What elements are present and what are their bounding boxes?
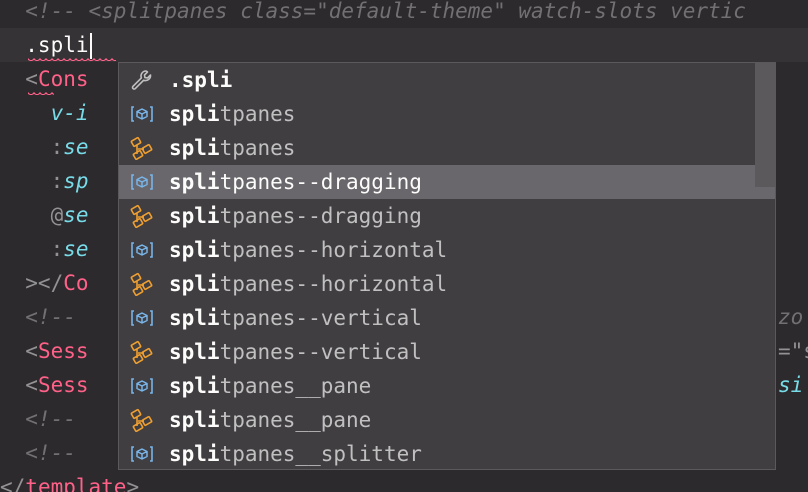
code-token: sp — [63, 169, 89, 193]
suggestion-match: spli — [169, 204, 220, 228]
code-token: se — [63, 135, 89, 159]
symbol-tree-icon — [129, 272, 155, 297]
suggestion-rest: tpanes__pane — [219, 408, 372, 432]
code-token-overflow: zo — [778, 305, 804, 329]
error-squiggle — [28, 58, 116, 64]
suggestion-item[interactable]: splitpanes__pane — [119, 403, 775, 437]
suggestion-match: spli — [169, 170, 220, 194]
suggestion-match: spli — [181, 68, 233, 92]
symbol-tree-icon — [129, 204, 155, 229]
code-token: </ — [0, 475, 26, 492]
suggestion-item[interactable]: .spli — [119, 63, 775, 97]
code-token: < — [0, 67, 38, 91]
suggestion-match: spli — [169, 238, 220, 262]
code-token: Sess — [37, 373, 89, 397]
error-squiggle — [28, 92, 54, 98]
suggestion-item[interactable]: splitpanes — [119, 131, 775, 165]
suggestion-label: splitpanes — [169, 97, 295, 131]
suggestion-rest: tpanes--vertical — [219, 306, 422, 330]
suggestion-label: splitpanes__pane — [169, 369, 371, 403]
class-icon — [129, 306, 155, 330]
suggestion-item[interactable]: splitpanes--vertical — [119, 301, 775, 335]
suggestion-rest: tpanes--horizontal — [219, 272, 448, 296]
code-token: <!-- — [0, 441, 76, 465]
code-token: > — [126, 475, 140, 492]
text-cursor — [89, 33, 92, 59]
suggestion-label: splitpanes--vertical — [169, 335, 422, 369]
code-token-overflow: si — [778, 373, 804, 397]
suggestion-match: spli — [169, 102, 220, 126]
suggestion-match: spli — [169, 442, 220, 466]
suggestion-item[interactable]: splitpanes--dragging — [119, 165, 775, 199]
code-token: @ — [0, 203, 64, 227]
code-token: Co — [63, 271, 89, 295]
suggestion-rest: tpanes__pane — [219, 374, 372, 398]
symbol-tree-icon — [129, 340, 155, 365]
suggestion-item[interactable]: splitpanes__splitter — [119, 437, 775, 469]
code-token: se — [63, 203, 89, 227]
suggestion-item[interactable]: splitpanes__pane — [119, 369, 775, 403]
code-token: < — [0, 339, 38, 363]
class-icon — [129, 238, 155, 262]
suggestion-rest: tpanes — [219, 102, 296, 126]
code-token: <!-- <splitpanes class="default-theme" w… — [0, 0, 746, 23]
suggestion-widget[interactable]: splitpanes__splitter splitpanes__pane spli… — [118, 62, 776, 470]
code-token: .spli — [0, 33, 89, 57]
code-token: : — [0, 169, 64, 193]
suggestion-item[interactable]: splitpanes--horizontal — [119, 267, 775, 301]
code-line[interactable]: <!-- <splitpanes class="default-theme" w… — [0, 0, 808, 28]
code-line[interactable]: </template> — [0, 470, 808, 492]
suggestion-match: spli — [169, 374, 220, 398]
symbol-tree-icon — [129, 408, 155, 433]
wrench-icon — [129, 68, 155, 92]
suggestion-rest: tpanes--dragging — [219, 170, 422, 194]
suggestion-match: spli — [169, 272, 220, 296]
class-icon — [129, 102, 155, 126]
code-token: Sess — [37, 339, 89, 363]
code-token: : — [0, 237, 64, 261]
suggestion-item[interactable]: splitpanes — [119, 97, 775, 131]
suggestion-item[interactable]: splitpanes--vertical — [119, 335, 775, 369]
suggestion-label: splitpanes__pane — [169, 403, 371, 437]
class-icon — [129, 170, 155, 194]
suggestion-rest: tpanes--horizontal — [219, 238, 448, 262]
suggestion-rest: tpanes__splitter — [219, 442, 422, 466]
suggestion-rest: tpanes--vertical — [219, 340, 422, 364]
suggestion-match: spli — [169, 408, 220, 432]
suggestion-label: splitpanes--dragging — [169, 199, 422, 233]
class-icon — [129, 374, 155, 398]
code-token: <!-- — [0, 305, 76, 329]
code-token: v-i — [0, 101, 89, 125]
suggestion-item[interactable]: splitpanes--dragging — [119, 199, 775, 233]
suggestion-item[interactable]: splitpanes--horizontal — [119, 233, 775, 267]
code-token: Cons — [37, 67, 89, 91]
code-token: template — [25, 475, 127, 492]
suggestion-label: splitpanes--horizontal — [169, 233, 447, 267]
suggestion-label: splitpanes--vertical — [169, 301, 422, 335]
code-token: <!-- — [0, 407, 76, 431]
suggestion-scrollbar[interactable] — [755, 63, 775, 187]
symbol-tree-icon — [129, 136, 155, 161]
suggestion-label: splitpanes--dragging — [169, 165, 422, 199]
code-token: < — [0, 373, 38, 397]
suggestion-label: .spli — [169, 63, 232, 97]
code-token: : — [0, 135, 64, 159]
suggestion-rest: tpanes--dragging — [219, 204, 422, 228]
class-icon — [129, 442, 155, 466]
suggestion-match: spli — [169, 136, 220, 160]
suggestion-match: spli — [169, 340, 220, 364]
suggestion-match: . — [169, 68, 182, 92]
code-token: se — [63, 237, 89, 261]
code-token: ></ — [0, 271, 64, 295]
code-token-overflow: ="s — [778, 339, 808, 363]
suggestion-label: splitpanes — [169, 131, 295, 165]
code-line[interactable]: .spli — [0, 28, 808, 62]
suggestion-label: splitpanes--horizontal — [169, 267, 447, 301]
suggestion-match: spli — [169, 306, 220, 330]
suggestion-label: splitpanes__splitter — [169, 437, 422, 469]
suggestion-rest: tpanes — [219, 136, 296, 160]
